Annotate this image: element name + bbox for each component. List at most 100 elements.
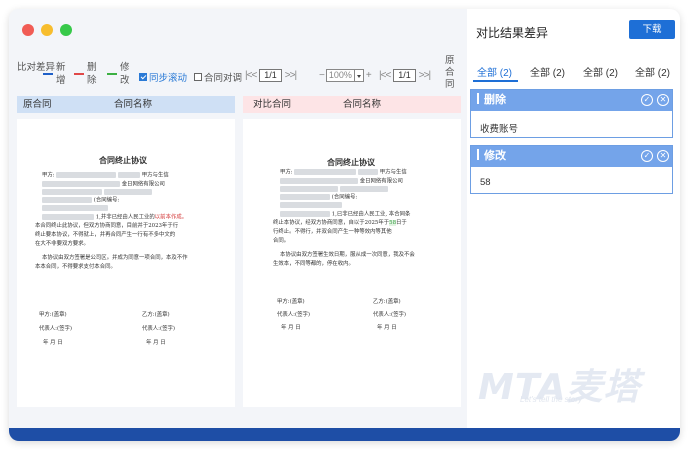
add-legend-line: [43, 73, 53, 75]
right-contract-name: 合同名称: [343, 99, 382, 110]
doc-text: (合同编号:: [331, 194, 358, 201]
doc-text: 代表人:(签字): [39, 326, 72, 332]
doc-text: 甲方:: [42, 172, 55, 179]
legend-modify: 修改: [107, 61, 130, 87]
tab-all-2[interactable]: 全部 (2): [530, 64, 565, 79]
zoom-select[interactable]: 100%: [325, 69, 355, 82]
doc-text: 甲方与生信: [379, 169, 407, 176]
modify-card-content: 58: [480, 177, 491, 188]
sync-scroll-checkbox[interactable]: 同步滚动: [139, 70, 187, 84]
result-panel-title: 对比结果差异: [476, 26, 549, 40]
doc-text: 1,已非已经由人民工业, 本合同条: [331, 211, 411, 218]
doc-text: 终止本协议，经双方协商同意，自以于2025年于: [273, 220, 390, 226]
title-bar: [9, 9, 467, 47]
tab-all-1[interactable]: 全部 (2): [477, 64, 512, 79]
chevron-down-icon[interactable]: [354, 69, 364, 82]
last-page-icon[interactable]: >>|: [285, 70, 297, 81]
doc-text: 甲方:(盖章): [277, 299, 305, 305]
zoom-control: − 100% +: [319, 69, 372, 82]
doc-text: 年 月 日: [281, 325, 301, 331]
doc-text: 年 月 日: [377, 325, 397, 331]
doc-text: (合同编号:: [93, 197, 120, 204]
legend-delete: 删除: [74, 61, 97, 87]
tab-all-4[interactable]: 全部 (2): [635, 64, 670, 79]
delete-card-title: 删除: [484, 94, 506, 106]
left-page-input[interactable]: 1/1: [259, 69, 282, 82]
result-tabs: 全部 (2) 全部 (2) 全部 (2) 全部 (2): [467, 64, 680, 82]
doc-text: 甲方:(盖章): [39, 312, 67, 318]
unchecked-icon: [194, 73, 202, 81]
modify-card-header: 修改 ✓ ✕: [471, 146, 672, 167]
left-pager: |<< 1/1 >>|: [245, 69, 297, 82]
tab-all-3[interactable]: 全部 (2): [583, 64, 618, 79]
doc-text: 行终止。不得行，并双合同产生一种等效内等其他: [273, 229, 392, 235]
contract-align-label: 合同对调: [204, 73, 243, 84]
left-document-page[interactable]: 合同终止协议 甲方: 甲方与生信 金日网络有限公司 (合同编号: 1,并非已经由…: [17, 119, 235, 407]
doc-text: 金日网络有限公司: [121, 181, 165, 188]
sync-scroll-label: 同步滚动: [149, 73, 188, 84]
delete-legend-line: [74, 73, 84, 75]
accept-icon[interactable]: ✓: [641, 94, 653, 106]
doc-text: 金日网络有限公司: [359, 178, 403, 185]
reject-icon[interactable]: ✕: [657, 150, 669, 162]
right-page-input[interactable]: 1/1: [393, 69, 416, 82]
toolbar: 比对 差异 新增 删除 修改 同步滚动 合同对调 |<< 1/1 >>| − 1…: [9, 49, 467, 93]
doc-text: 合同。: [273, 238, 290, 244]
checked-icon: [139, 73, 147, 81]
header-accent-bar: [477, 149, 479, 160]
deleted-text: 以前本作成。: [154, 214, 188, 221]
doc-text: 1,并非已经由人民工业的: [95, 214, 155, 221]
doc-text: 年 月 日: [146, 340, 166, 346]
original-contract-label[interactable]: 原 合 同: [445, 55, 455, 91]
download-button[interactable]: 下载: [629, 20, 675, 39]
doc-text: 代表人:(签字): [142, 326, 175, 332]
delete-card-header: 删除 ✓ ✕: [471, 90, 672, 111]
modify-legend-line: [107, 73, 117, 75]
doc-text: 代表人:(签字): [277, 312, 310, 318]
minimize-window-button[interactable]: [41, 24, 53, 36]
first-page-icon[interactable]: |<<: [379, 70, 391, 81]
left-pane-label: 原合同: [23, 99, 52, 110]
zoom-in-icon[interactable]: +: [366, 70, 372, 81]
doc-text: 乙方:(盖章): [142, 312, 170, 318]
doc-text: 本合同终止此协议，但双方协商同意，目前并于2023年于行: [35, 223, 179, 229]
contract-align-checkbox[interactable]: 合同对调: [194, 70, 242, 84]
delete-result-card[interactable]: 删除 ✓ ✕ 收费账号: [470, 89, 673, 138]
right-document-page[interactable]: 合同终止协议 甲方: 甲方与生信 金日网络有限公司 (合同编号: 1,已非已经由…: [243, 119, 461, 407]
maximize-window-button[interactable]: [60, 24, 72, 36]
doc-title: 合同终止协议: [327, 157, 375, 167]
doc-text: 代表人:(签字): [373, 312, 406, 318]
modify-result-card[interactable]: 修改 ✓ ✕ 58: [470, 145, 673, 194]
close-window-button[interactable]: [22, 24, 34, 36]
doc-text: 日于: [396, 220, 407, 226]
doc-text: 本本合同，不得要求支付本合同。: [35, 264, 116, 270]
doc-text: 本协议由双方签署是公司区。并成为同意一项合同，本及不作: [42, 255, 188, 261]
last-page-icon[interactable]: >>|: [419, 70, 431, 81]
delete-card-content: 收费账号: [480, 124, 519, 135]
right-pane-label: 对比合同: [253, 99, 292, 110]
modified-text: 58: [389, 220, 397, 226]
header-accent-bar: [477, 93, 479, 104]
left-contract-name: 合同名称: [114, 99, 153, 110]
doc-text: 终止要本协议，不得就上，并再合同产生一行有不多中文的: [35, 232, 176, 238]
doc-text: 生效本，不同等都的，停在收内。: [273, 261, 354, 267]
first-page-icon[interactable]: |<<: [245, 70, 257, 81]
accept-icon[interactable]: ✓: [641, 150, 653, 162]
doc-title: 合同终止协议: [99, 155, 147, 165]
doc-text: 在大不非要双方要求。: [35, 241, 89, 247]
active-tab-indicator: [473, 80, 518, 82]
legend-add: 新增: [43, 61, 66, 87]
bottom-status-bar: [9, 428, 680, 441]
mta-watermark-slogan: Let's tell the story: [520, 395, 582, 404]
modify-card-title: 修改: [484, 150, 506, 162]
doc-text: 甲方与生信: [141, 172, 169, 179]
doc-text: 年 月 日: [43, 340, 63, 346]
doc-text: 乙方:(盖章): [373, 299, 401, 305]
right-pager: |<< 1/1 >>|: [379, 69, 431, 82]
left-pane-header: 原合同 合同名称: [17, 96, 235, 113]
doc-text: 甲方:: [280, 169, 293, 176]
zoom-out-icon[interactable]: −: [319, 70, 325, 81]
doc-text: 本协议由双方签署生效日期，服从成一次同意，我及不会: [280, 252, 415, 258]
right-pane-header: 对比合同 合同名称: [243, 96, 461, 113]
reject-icon[interactable]: ✕: [657, 94, 669, 106]
